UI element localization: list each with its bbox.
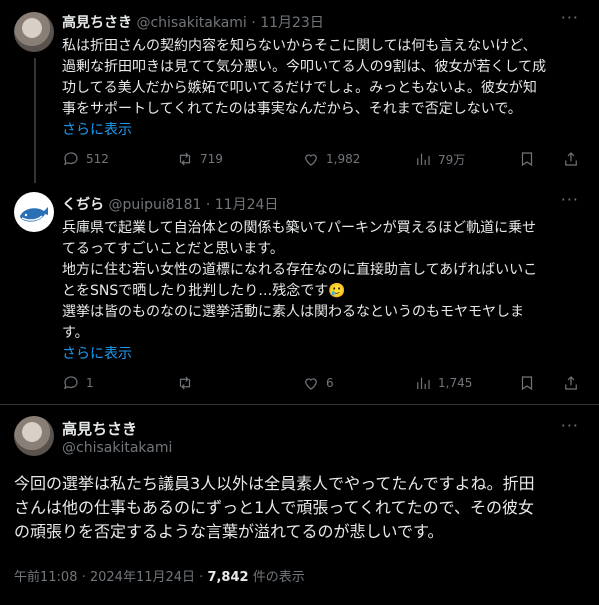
more-icon[interactable]: ···	[561, 8, 579, 27]
tweet-text: 今回の選挙は私たち議員3人以外は全員素人でやってたんですよね。折田 さんは他の仕…	[14, 472, 584, 544]
like-icon	[305, 154, 317, 166]
body-line: す。	[62, 325, 89, 341]
avatar[interactable]	[14, 192, 54, 232]
reply-count: 1	[86, 376, 94, 390]
bookmark-button[interactable]	[518, 150, 536, 168]
tweet-body: 私は折田さんの契約内容を知らないからそこに関しては何も言えないけど、 過剰な折田…	[62, 36, 583, 141]
views-icon	[417, 377, 430, 389]
like-count: 6	[326, 376, 334, 390]
avatar[interactable]	[14, 416, 54, 456]
body-line: 私は折田さんの契約内容を知らないからそこに関しては何も言えないけど、	[62, 38, 537, 54]
body-line: 事をサポートしてくれてたのは事実なんだから、それまで否定しないで。	[62, 101, 522, 117]
author-handle[interactable]: @puipui8181	[108, 197, 201, 213]
tweet-1[interactable]: 高見ちさき @chisakitakami · 11月23日 ··· 私は折田さん…	[0, 0, 599, 183]
share-icon	[565, 152, 577, 166]
body-line: 過剰な折田叩きは見てて気分悪い。今叩いてる人の9割は、彼女が若くして成	[62, 59, 547, 75]
thread-connector	[34, 58, 36, 183]
retweet-button[interactable]: 719	[176, 150, 223, 168]
author-name[interactable]: くぢら	[62, 197, 104, 213]
author-handle[interactable]: @chisakitakami	[62, 440, 172, 456]
text-line: の頑張りを否定するような言葉が溢れてるのが悲しいです。	[14, 522, 444, 541]
like-count: 1,982	[326, 152, 361, 166]
retweet-count: 719	[200, 152, 223, 166]
reply-button[interactable]: 512	[62, 150, 109, 168]
more-icon[interactable]: ···	[561, 416, 579, 435]
dot-separator: ·	[251, 15, 256, 31]
bookmark-icon	[521, 152, 533, 167]
tweet-2[interactable]: くぢら @puipui8181 · 11月24日 ··· 兵庫県で起業して自治体…	[0, 180, 599, 400]
text-line: 今回の選挙は私たち議員3人以外は全員素人でやってたんですよね。折田	[14, 474, 535, 493]
tweet-meta: 午前11:08 · 2024年11月24日 · 7,842 件の表示	[14, 566, 305, 585]
retweet-icon	[179, 152, 191, 166]
dot-separator: ·	[205, 197, 211, 213]
views-icon	[417, 153, 430, 165]
like-button[interactable]: 6	[302, 374, 334, 392]
body-line: とをSNSで晒したり批判したり…残念です🥲	[62, 283, 346, 299]
bookmark-button[interactable]	[518, 374, 536, 392]
retweet-icon	[179, 376, 191, 390]
main-tweet: 高見ちさき @chisakitakami ··· 今回の選挙は私たち議員3人以外…	[0, 404, 599, 605]
body-line: 選挙は皆のものなのに選挙活動に素人は関わるなというのもモヤモヤしま	[62, 304, 524, 320]
timestamp[interactable]: 午前11:08 · 2024年11月24日 ·	[14, 570, 207, 585]
reply-icon	[64, 152, 78, 166]
view-label: 件の表示	[248, 570, 305, 585]
body-line: 兵庫県で起業して自治体との関係も築いてパーキンが買えるほど軌道に乗せ	[62, 220, 537, 236]
body-line: てるってすごいことだと思います。	[62, 241, 284, 257]
share-button[interactable]	[562, 374, 580, 392]
author-handle[interactable]: @chisakitakami	[136, 15, 246, 31]
tweet-date[interactable]: 11月24日	[215, 197, 279, 213]
views-button[interactable]: 1,745	[414, 374, 472, 392]
retweet-button[interactable]	[176, 374, 200, 392]
like-icon	[305, 378, 317, 390]
body-line: 地方に住む若い女性の道標になれる存在なのに直接助言してあげればいいこ	[62, 262, 538, 278]
text-line: さんは他の仕事もあるのにずっと1人で頑張ってくれてたので、その彼女	[14, 498, 534, 517]
tweet-header: くぢら @puipui8181 · 11月24日	[62, 194, 278, 214]
show-more-link[interactable]: さらに表示	[62, 344, 583, 365]
tweet-date[interactable]: 11月23日	[260, 15, 324, 31]
share-icon	[565, 376, 577, 390]
reply-icon	[64, 376, 78, 390]
views-count: 1,745	[438, 376, 473, 390]
tweet-header: 高見ちさき @chisakitakami · 11月23日	[62, 12, 324, 32]
body-line: 功してる美人だから嫉妬で叩いてるだけでしょ。みっともないよ。彼女が知	[62, 80, 537, 96]
bookmark-icon	[521, 376, 533, 391]
view-count: 7,842	[207, 570, 249, 585]
tweet-actions: 512 719 1,982 79万	[62, 150, 582, 170]
tweet-body: 兵庫県で起業して自治体との関係も築いてパーキンが買えるほど軌道に乗せ てるってす…	[62, 218, 583, 365]
author-name[interactable]: 高見ちさき	[62, 418, 137, 439]
show-more-link[interactable]: さらに表示	[62, 120, 583, 141]
avatar[interactable]	[14, 12, 54, 52]
reply-count: 512	[86, 152, 109, 166]
tweet-actions: 1 6 1,745	[62, 374, 582, 394]
author-name[interactable]: 高見ちさき	[62, 15, 132, 31]
views-count: 79万	[438, 152, 466, 167]
more-icon[interactable]: ···	[561, 190, 579, 209]
reply-button[interactable]: 1	[62, 374, 94, 392]
views-button[interactable]: 79万	[414, 150, 465, 168]
like-button[interactable]: 1,982	[302, 150, 360, 168]
whale-avatar-icon	[20, 207, 48, 222]
share-button[interactable]	[562, 150, 580, 168]
